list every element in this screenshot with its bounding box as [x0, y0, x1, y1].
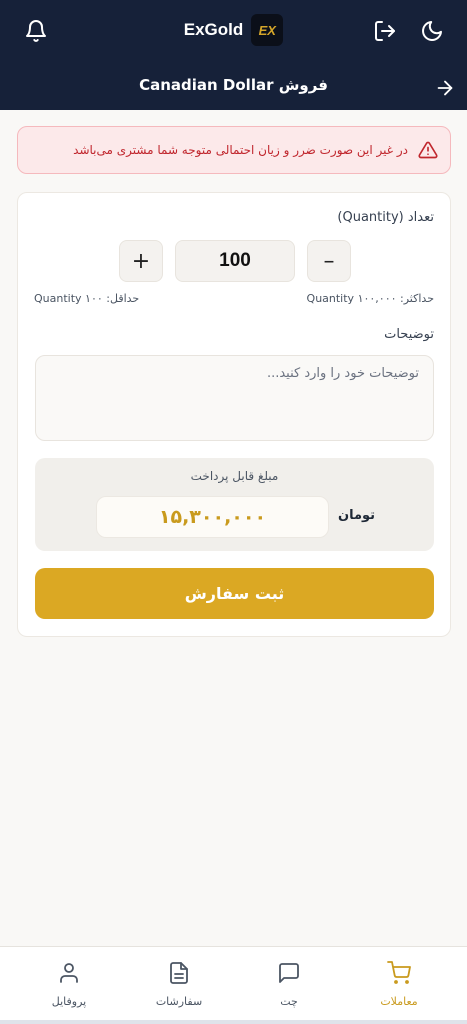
logo-text: EX	[258, 22, 276, 38]
header-row: ExGold EX	[0, 0, 467, 62]
quantity-input[interactable]	[175, 240, 295, 282]
document-icon	[170, 962, 188, 984]
nav-item-chat[interactable]: چت	[249, 961, 329, 1009]
nav-label-chat: چت	[280, 995, 298, 1008]
user-icon	[60, 963, 78, 983]
title-row: فروش Canadian Dollar	[0, 66, 467, 106]
currency-label: تومان	[338, 508, 376, 523]
bottom-navigation: پروفایل سفارشات چت معاملات	[0, 946, 467, 1020]
description-textarea[interactable]	[35, 355, 434, 441]
quantity-label: تعداد (Quantity)	[337, 210, 434, 225]
brand-logo: EX	[251, 14, 284, 46]
page-title: فروش Canadian Dollar	[139, 76, 328, 94]
increase-quantity-button[interactable]: +	[119, 240, 163, 282]
warning-triangle-icon	[418, 141, 438, 159]
payable-label: مبلغ قابل پرداخت	[190, 469, 279, 483]
chat-icon	[279, 963, 299, 983]
max-quantity-text: حداکثر: ۱۰۰,۰۰۰ Quantity	[306, 292, 434, 305]
nav-item-trades[interactable]: معاملات	[359, 961, 439, 1009]
alert-text: در غیر این صورت ضرر و زیان احتمالی متوجه…	[73, 143, 408, 157]
order-form-card: تعداد (Quantity) + – حداکثر: ۱۰۰,۰۰۰ Qua…	[17, 192, 451, 637]
bottom-strip	[0, 1020, 467, 1024]
moon-icon[interactable]	[420, 19, 444, 43]
nav-label-profile: پروفایل	[51, 995, 87, 1008]
arrow-right-icon[interactable]	[434, 77, 456, 99]
top-bar: ExGold EX فروش Canadian Dollar	[0, 0, 467, 110]
submit-order-button[interactable]: ثبت سفارش	[35, 568, 434, 619]
cart-icon	[387, 961, 411, 984]
brand-name: ExGold	[183, 20, 244, 39]
min-quantity-text: حداقل: ۱۰۰ Quantity	[34, 292, 140, 305]
logout-icon[interactable]	[373, 19, 397, 43]
payable-amount: ۱۵,۳۰۰,۰۰۰	[96, 496, 329, 538]
warning-alert: در غیر این صورت ضرر و زیان احتمالی متوجه…	[17, 126, 451, 174]
description-label: توضیحات	[384, 327, 434, 342]
nav-label-orders: سفارشات	[155, 995, 203, 1008]
decrease-quantity-button[interactable]: –	[307, 240, 351, 282]
nav-item-profile[interactable]: پروفایل	[29, 961, 109, 1009]
nav-item-orders[interactable]: سفارشات	[139, 961, 219, 1009]
payable-amount-box: مبلغ قابل پرداخت ۱۵,۳۰۰,۰۰۰ تومان	[35, 458, 434, 551]
nav-label-trades: معاملات	[380, 995, 418, 1008]
